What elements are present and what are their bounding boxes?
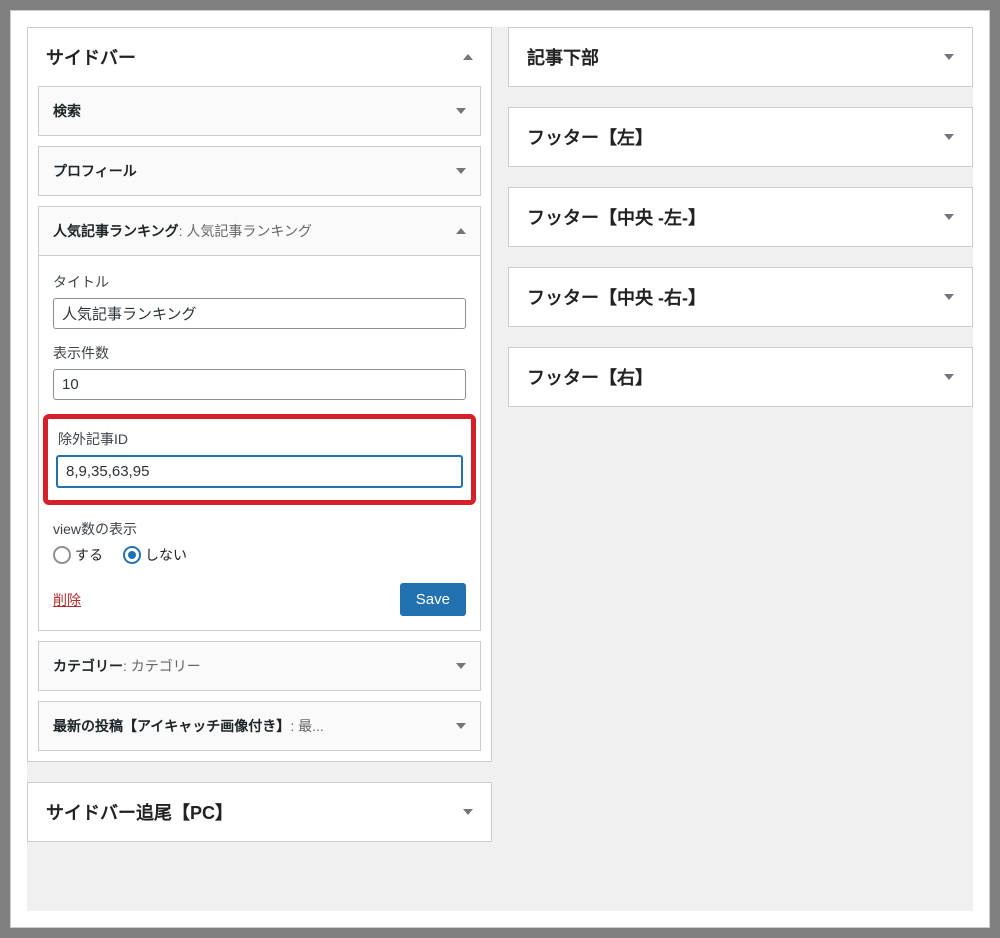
widget-title-label: プロフィール bbox=[53, 161, 137, 181]
widget-title-label: 最新の投稿【アイキャッチ画像付き】: 最... bbox=[53, 716, 324, 736]
widget-area-title: サイドバー bbox=[46, 44, 136, 70]
input-title[interactable] bbox=[53, 298, 466, 329]
widget-area-title: フッター【中央 -左-】 bbox=[527, 204, 706, 230]
widget-area-header-footer-center-left[interactable]: フッター【中央 -左-】 bbox=[509, 188, 972, 246]
widget-area-header-footer-right[interactable]: フッター【右】 bbox=[509, 348, 972, 406]
label-view-display: view数の表示 bbox=[53, 519, 466, 539]
label-count: 表示件数 bbox=[53, 343, 466, 363]
radio-view-yes[interactable]: する bbox=[53, 545, 103, 565]
widget-area-header-footer-center-right[interactable]: フッター【中央 -右-】 bbox=[509, 268, 972, 326]
widget-area-title: フッター【中央 -右-】 bbox=[527, 284, 706, 310]
widget-area-sidebar-sticky-pc: サイドバー追尾【PC】 bbox=[27, 782, 492, 842]
radio-label-no: しない bbox=[145, 545, 187, 565]
widget-title-label: 人気記事ランキング: 人気記事ランキング bbox=[53, 221, 312, 241]
widget-area-title: フッター【右】 bbox=[527, 364, 653, 390]
widget-footer: 削除 Save bbox=[53, 583, 466, 616]
chevron-up-icon bbox=[463, 54, 473, 60]
widget-header-search[interactable]: 検索 bbox=[39, 87, 480, 135]
widget-area-sidebar: サイドバー 検索 bbox=[27, 27, 492, 762]
widget-recent-posts: 最新の投稿【アイキャッチ画像付き】: 最... bbox=[38, 701, 481, 751]
widgets-admin-panel: サイドバー 検索 bbox=[27, 27, 973, 911]
delete-link[interactable]: 削除 bbox=[53, 590, 81, 610]
radio-icon bbox=[123, 546, 141, 564]
widget-area-title: サイドバー追尾【PC】 bbox=[46, 799, 233, 825]
widget-area-article-bottom: 記事下部 bbox=[508, 27, 973, 87]
right-column: 記事下部 フッター【左】 フッター【中央 -左-】 フッター【中央 -右-】 bbox=[508, 27, 973, 911]
left-column: サイドバー 検索 bbox=[27, 27, 492, 911]
widget-popular-posts: 人気記事ランキング: 人気記事ランキング タイトル 表示件数 bbox=[38, 206, 481, 631]
widget-header-recent-posts[interactable]: 最新の投稿【アイキャッチ画像付き】: 最... bbox=[39, 702, 480, 750]
widget-profile: プロフィール bbox=[38, 146, 481, 196]
chevron-down-icon bbox=[944, 134, 954, 140]
widget-area-title: 記事下部 bbox=[527, 44, 599, 70]
highlight-exclude-id: 除外記事ID bbox=[43, 414, 476, 505]
widget-area-header-footer-left[interactable]: フッター【左】 bbox=[509, 108, 972, 166]
widget-area-header-sidebar-sticky-pc[interactable]: サイドバー追尾【PC】 bbox=[28, 783, 491, 841]
form-row-view-display: view数の表示 する しない bbox=[53, 519, 466, 565]
widget-categories: カテゴリー: カテゴリー bbox=[38, 641, 481, 691]
radio-label-yes: する bbox=[75, 545, 103, 565]
chevron-down-icon bbox=[456, 663, 466, 669]
chevron-down-icon bbox=[944, 374, 954, 380]
save-button[interactable]: Save bbox=[400, 583, 466, 616]
widget-area-header-sidebar[interactable]: サイドバー bbox=[28, 28, 491, 86]
input-exclude-id[interactable] bbox=[56, 455, 463, 488]
widget-body-popular-posts: タイトル 表示件数 除外記事ID bbox=[39, 255, 480, 630]
radio-icon bbox=[53, 546, 71, 564]
chevron-down-icon bbox=[944, 54, 954, 60]
widget-area-title: フッター【左】 bbox=[527, 124, 653, 150]
widget-area-footer-center-right: フッター【中央 -右-】 bbox=[508, 267, 973, 327]
chevron-down-icon bbox=[456, 108, 466, 114]
radio-view-no[interactable]: しない bbox=[123, 545, 187, 565]
widget-title-label: 検索 bbox=[53, 101, 81, 121]
form-row-title: タイトル bbox=[53, 272, 466, 329]
screenshot-frame: サイドバー 検索 bbox=[10, 10, 990, 928]
widget-area-footer-center-left: フッター【中央 -左-】 bbox=[508, 187, 973, 247]
widget-title-label: カテゴリー: カテゴリー bbox=[53, 656, 201, 676]
chevron-down-icon bbox=[944, 214, 954, 220]
radio-group-view-display: する しない bbox=[53, 545, 466, 565]
widget-header-profile[interactable]: プロフィール bbox=[39, 147, 480, 195]
widget-area-footer-left: フッター【左】 bbox=[508, 107, 973, 167]
widget-list-sidebar: 検索 プロフィール bbox=[28, 86, 491, 761]
form-row-count: 表示件数 bbox=[53, 343, 466, 400]
chevron-down-icon bbox=[456, 168, 466, 174]
widget-header-categories[interactable]: カテゴリー: カテゴリー bbox=[39, 642, 480, 690]
label-title: タイトル bbox=[53, 272, 466, 292]
widget-area-header-article-bottom[interactable]: 記事下部 bbox=[509, 28, 972, 86]
input-count[interactable] bbox=[53, 369, 466, 400]
widget-area-footer-right: フッター【右】 bbox=[508, 347, 973, 407]
chevron-down-icon bbox=[463, 809, 473, 815]
widget-header-popular-posts[interactable]: 人気記事ランキング: 人気記事ランキング bbox=[39, 207, 480, 255]
label-exclude-id: 除外記事ID bbox=[56, 429, 463, 449]
chevron-up-icon bbox=[456, 228, 466, 234]
widget-search: 検索 bbox=[38, 86, 481, 136]
chevron-down-icon bbox=[456, 723, 466, 729]
chevron-down-icon bbox=[944, 294, 954, 300]
